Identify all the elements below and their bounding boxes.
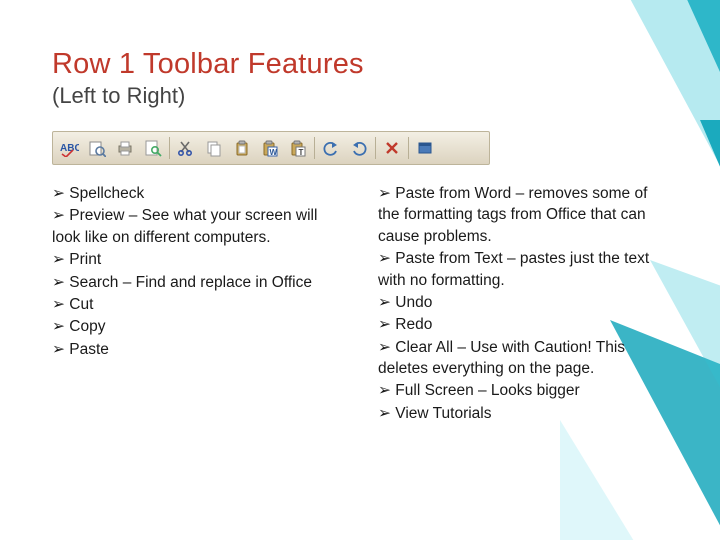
bullet-item: ➢ Paste from Word – removes some of the …: [378, 183, 668, 247]
toolbar-row-1: ABC W T: [52, 131, 490, 165]
svg-text:T: T: [299, 148, 304, 157]
bullet-item: ➢ Undo: [378, 292, 668, 313]
search-icon[interactable]: [139, 135, 167, 161]
bullet-item: ➢ Preview – See what your screen will lo…: [52, 205, 342, 248]
right-column: ➢ Paste from Word – removes some of the …: [378, 183, 668, 425]
print-icon[interactable]: [111, 135, 139, 161]
paste-text-icon[interactable]: T: [284, 135, 312, 161]
bullet-item: ➢ Paste: [52, 339, 342, 360]
bullet-item: ➢ Search – Find and replace in Office: [52, 272, 342, 293]
redo-icon[interactable]: [345, 135, 373, 161]
left-column: ➢ Spellcheck➢ Preview – See what your sc…: [52, 183, 342, 425]
undo-icon[interactable]: [317, 135, 345, 161]
bullet-item: ➢ Cut: [52, 294, 342, 315]
toolbar-separator: [169, 137, 170, 159]
slide-subtitle: (Left to Right): [52, 83, 668, 109]
fullscreen-icon[interactable]: [411, 135, 439, 161]
content-columns: ➢ Spellcheck➢ Preview – See what your sc…: [52, 183, 668, 425]
preview-icon[interactable]: [83, 135, 111, 161]
toolbar-separator: [375, 137, 376, 159]
copy-icon[interactable]: [200, 135, 228, 161]
slide-title: Row 1 Toolbar Features: [52, 48, 668, 81]
toolbar-separator: [408, 137, 409, 159]
clear-icon[interactable]: [378, 135, 406, 161]
cut-icon[interactable]: [172, 135, 200, 161]
toolbar-separator: [314, 137, 315, 159]
paste-icon[interactable]: [228, 135, 256, 161]
bullet-item: ➢ View Tutorials: [378, 403, 668, 424]
svg-text:W: W: [270, 148, 278, 157]
bullet-item: ➢ Copy: [52, 316, 342, 337]
paste-word-icon[interactable]: W: [256, 135, 284, 161]
bullet-item: ➢ Redo: [378, 314, 668, 335]
bullet-item: ➢ Clear All – Use with Caution! This del…: [378, 337, 668, 380]
bullet-item: ➢ Spellcheck: [52, 183, 342, 204]
svg-text:ABC: ABC: [60, 143, 79, 154]
bullet-item: ➢ Full Screen – Looks bigger: [378, 380, 668, 401]
bullet-item: ➢ Print: [52, 249, 342, 270]
bullet-item: ➢ Paste from Text – pastes just the text…: [378, 248, 668, 291]
spellcheck-icon[interactable]: ABC: [55, 135, 83, 161]
